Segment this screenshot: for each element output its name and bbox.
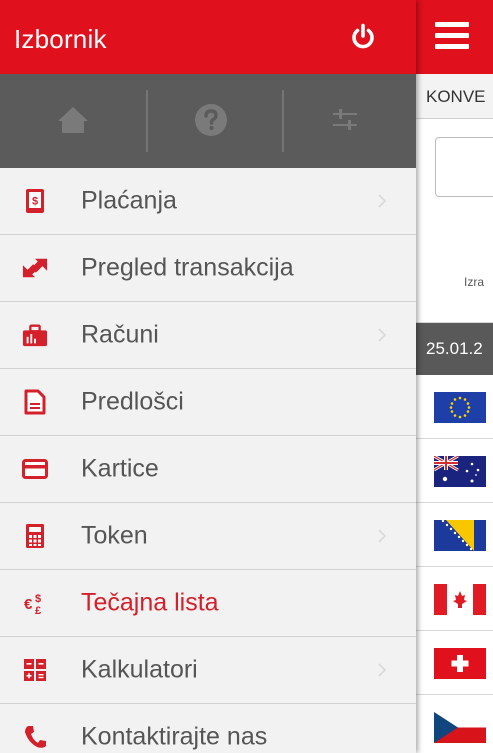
menu-item-label: Plaćanja <box>81 186 177 215</box>
converter-note: Izra <box>464 275 485 289</box>
payment-phone-icon: $ <box>22 188 48 214</box>
svg-text:£: £ <box>35 605 41 616</box>
menu-item-placanja[interactable]: $ Plaćanja <box>0 168 416 235</box>
navigation-drawer: Izbornik $ Plaćanja Pregled transakcija … <box>0 0 416 753</box>
currency-icon: € $ £ <box>22 590 48 616</box>
menu-item-label: Predlošci <box>81 387 184 416</box>
converter-tab[interactable]: KONVE <box>416 74 493 119</box>
menu-item-token[interactable]: Token <box>0 503 416 570</box>
menu-item-kalkulatori[interactable]: Kalkulatori <box>0 637 416 704</box>
rate-row[interactable] <box>416 695 493 753</box>
rate-row[interactable] <box>416 567 493 631</box>
menu-item-label: Tečajna lista <box>81 588 219 617</box>
settings-button[interactable] <box>322 97 368 143</box>
converter-area: Izra <box>416 119 493 323</box>
document-icon <box>22 389 48 415</box>
hamburger-icon[interactable] <box>435 22 469 52</box>
amount-input[interactable] <box>435 137 493 197</box>
rate-row[interactable] <box>416 375 493 439</box>
chevron-right-icon <box>378 328 387 342</box>
phone-icon <box>22 724 48 750</box>
question-icon <box>195 104 227 136</box>
menu-item-label: Pregled transakcija <box>81 253 294 282</box>
home-button[interactable] <box>50 97 96 143</box>
canada-flag-icon <box>434 584 486 615</box>
eu-flag-icon <box>434 392 486 423</box>
menu-item-racuni[interactable]: Računi <box>0 302 416 369</box>
calculator-icon <box>22 657 48 683</box>
card-icon <box>22 456 48 482</box>
accounts-icon <box>22 322 48 348</box>
menu-item-label: Kalkulatori <box>81 655 198 684</box>
chevron-right-icon <box>378 663 387 677</box>
menu-item-label: Token <box>81 521 148 550</box>
menu-item-kontaktirajte-nas[interactable]: Kontaktirajte nas <box>0 704 416 753</box>
svg-text:€: € <box>24 596 33 613</box>
switzerland-flag-icon <box>434 648 486 679</box>
menu-item-label: Računi <box>81 320 159 349</box>
quick-actions-bar <box>0 74 416 168</box>
rate-row[interactable] <box>416 439 493 503</box>
main-screen: KONVE Izra 25.01.2 <box>416 0 493 753</box>
bosnia-flag-icon <box>434 520 486 551</box>
home-icon <box>58 107 88 133</box>
australia-flag-icon <box>434 456 486 487</box>
rates-date: 25.01.2 <box>416 323 493 375</box>
drawer-header: Izbornik <box>0 0 416 74</box>
chevron-right-icon <box>378 194 387 208</box>
rate-row[interactable] <box>416 631 493 695</box>
drawer-menu: $ Plaćanja Pregled transakcija Računi Pr… <box>0 168 416 753</box>
help-button[interactable] <box>188 97 234 143</box>
svg-text:$: $ <box>35 593 41 605</box>
menu-item-pregled-transakcija[interactable]: Pregled transakcija <box>0 235 416 302</box>
svg-text:$: $ <box>32 196 38 208</box>
power-icon[interactable] <box>348 22 378 52</box>
main-top-bar <box>416 0 493 74</box>
transfer-arrows-icon <box>22 255 48 281</box>
menu-item-label: Kartice <box>81 454 159 483</box>
czech-flag-icon <box>434 712 486 743</box>
menu-item-tecajna-lista[interactable]: € $ £ Tečajna lista <box>0 570 416 637</box>
menu-item-label: Kontaktirajte nas <box>81 722 268 751</box>
chevron-right-icon <box>378 529 387 543</box>
divider <box>282 90 284 152</box>
sliders-icon <box>333 109 357 130</box>
drawer-title: Izbornik <box>14 24 107 54</box>
menu-item-kartice[interactable]: Kartice <box>0 436 416 503</box>
menu-item-predlosci[interactable]: Predlošci <box>0 369 416 436</box>
calculator-token-icon <box>22 523 48 549</box>
rate-row[interactable] <box>416 503 493 567</box>
divider <box>146 90 148 152</box>
